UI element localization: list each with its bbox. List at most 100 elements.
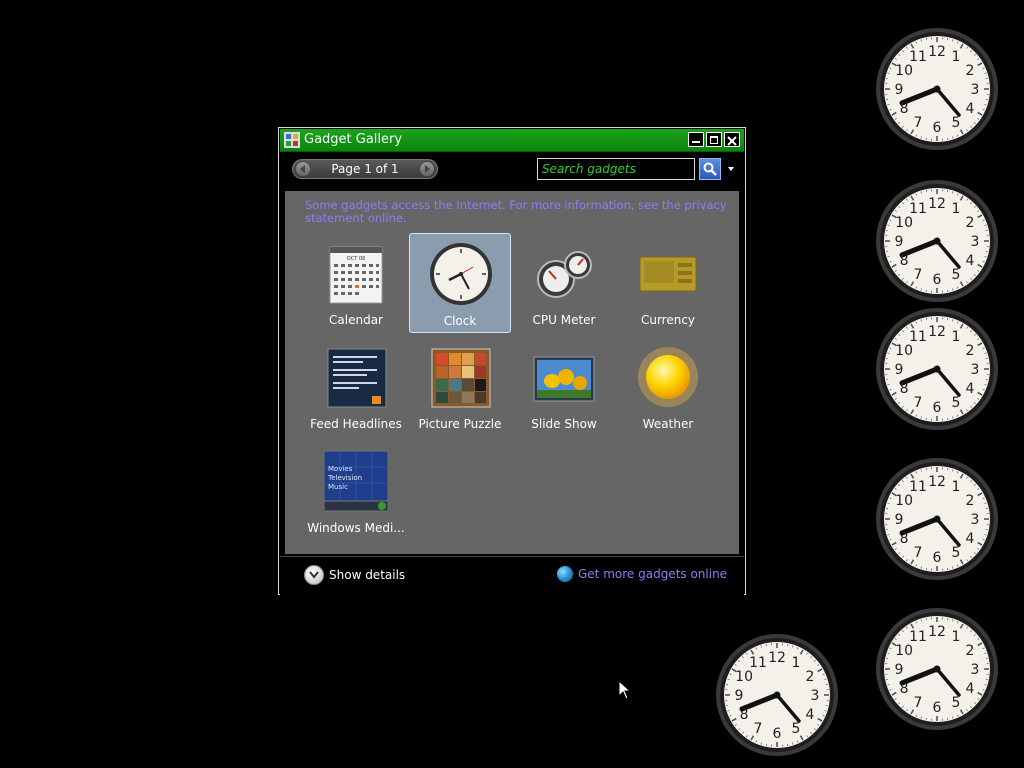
clock-number: 11 [909,49,927,65]
clock-number: 1 [792,655,801,671]
desktop-clock-gadget[interactable]: 12 1 2 3 4 5 6 7 8 9 10 11 [715,633,839,757]
clock-number: 2 [965,643,974,659]
gadget-name: Weather [642,417,694,431]
clock-number: 4 [965,681,974,697]
window-title: Gadget Gallery [304,132,403,147]
gadget-name: Currency [640,313,696,327]
gadget-list: Some gadgets access the Internet. For mo… [285,191,739,554]
desktop-clock-gadget[interactable]: 12 1 2 3 4 5 6 7 8 9 10 11 [875,27,999,151]
clock-number: 2 [965,215,974,231]
desktop-clock-gadget[interactable]: 12 1 2 3 4 5 6 7 8 9 10 11 [875,457,999,581]
clock-number: 4 [965,101,974,117]
clock-number: 2 [965,493,974,509]
clock-number: 9 [895,234,904,250]
clock-number: 1 [952,49,961,65]
gadget-name: Picture Puzzle [418,417,502,431]
desktop-clock-gadget[interactable]: 12 1 2 3 4 5 6 7 8 9 10 11 [875,607,999,731]
search-icon [703,162,717,176]
clock-face-icon: 12 1234567891011 [876,180,998,302]
clock-number: 10 [895,643,913,659]
search-button[interactable] [699,158,721,180]
gadget-tile-calendar[interactable]: OCT 08 Calendar [305,233,407,333]
gadget-name: Feed Headlines [310,417,402,431]
search-input[interactable] [539,160,695,178]
clock-face-icon: 12 1234567891011 [876,458,998,580]
clock-number: 7 [914,695,923,711]
gadget-name: Slide Show [531,417,597,431]
clock-number: 11 [749,655,767,671]
clock-number: 7 [914,395,923,411]
clock-number: 6 [933,550,942,566]
privacy-notice[interactable]: Some gadgets access the Internet. For mo… [305,199,729,225]
clock-number: 4 [965,253,974,269]
clock-number: 7 [914,545,923,561]
show-details-label[interactable]: Show details [329,568,405,582]
page-indicator: Page 1 of 1 [331,162,399,176]
clock-number: 4 [965,531,974,547]
arrow-right-icon [425,165,430,173]
calendar-icon: OCT 08 [329,246,383,304]
calendar-month-label: OCT 08 [347,256,365,262]
clock-number: 2 [965,343,974,359]
clock-number: 10 [735,669,753,685]
clock-number: 3 [971,234,980,250]
clock-face-icon: 12 1234567891011 [876,28,998,150]
globe-icon [557,566,573,582]
clock-number: 9 [735,688,744,704]
clock-number: 11 [909,629,927,645]
close-button[interactable] [724,132,740,147]
show-details-button[interactable] [304,565,324,585]
media-center-item: Movies [328,465,353,473]
clock-number: 1 [952,479,961,495]
media-center-item: Television [327,474,362,482]
gadget-gallery-icon [284,132,300,148]
clock-number: 7 [914,267,923,283]
desktop-clock-gadget[interactable]: 12 1 2 3 4 5 6 7 8 9 10 11 [875,307,999,431]
clock-number: 9 [895,82,904,98]
next-page-button[interactable] [419,161,435,177]
get-more-gadgets-link[interactable]: Get more gadgets online [578,567,727,581]
gadget-tile-currency[interactable]: Currency [617,233,719,333]
clock-number: 6 [933,272,942,288]
slide-show-icon [533,356,595,402]
chevron-down-icon[interactable] [727,166,735,172]
clock-number: 6 [933,120,942,136]
gadget-tile-windows-media-center[interactable]: Movies Television Music Windows Medi... [305,441,407,541]
clock-number: 6 [773,726,782,742]
clock-number: 1 [952,201,961,217]
gadget-tile-slide-show[interactable]: Slide Show [513,337,615,437]
clock-number: 12 [928,324,946,340]
clock-number: 11 [909,201,927,217]
clock-number: 5 [952,695,961,711]
clock-number: 12 [928,196,946,212]
clock-number: 10 [895,343,913,359]
clock-number: 4 [805,707,814,723]
clock-number: 10 [895,493,913,509]
desktop-clock-gadget[interactable]: 12 1 2 3 4 5 6 7 8 9 10 11 [875,179,999,303]
gadget-tile-weather[interactable]: Weather [617,337,719,437]
gadget-tile-picture-puzzle[interactable]: Picture Puzzle [409,337,511,437]
clock-face-icon: 12 1234567891011 [876,608,998,730]
clock-number: 5 [792,721,801,737]
gadget-tile-feed-headlines[interactable]: Feed Headlines [305,337,407,437]
media-center-item: Music [328,483,348,491]
clock-number: 9 [895,362,904,378]
title-bar[interactable]: Gadget Gallery [280,129,744,152]
clock-number: 11 [909,479,927,495]
search-box [537,158,695,180]
clock-face-icon: 12 1234567891011 [876,308,998,430]
clock-number: 12 [928,624,946,640]
clock-number: 12 [928,44,946,60]
clock-number: 3 [971,662,980,678]
gallery-toolbar: Page 1 of 1 [280,152,744,186]
clock-number: 3 [971,512,980,528]
gadget-tile-cpu-meter[interactable]: CPU Meter [513,233,615,333]
clock-face-icon: 12 1234567891011 [716,634,838,756]
clock-number: 3 [971,82,980,98]
gadget-name: Windows Medi... [307,521,405,535]
maximize-button[interactable] [706,132,722,147]
windows-media-center-icon: Movies Television Music [324,450,388,512]
gadget-tile-clock[interactable]: Clock [409,233,511,333]
minimize-button[interactable] [688,132,704,147]
clock-icon [430,243,492,305]
